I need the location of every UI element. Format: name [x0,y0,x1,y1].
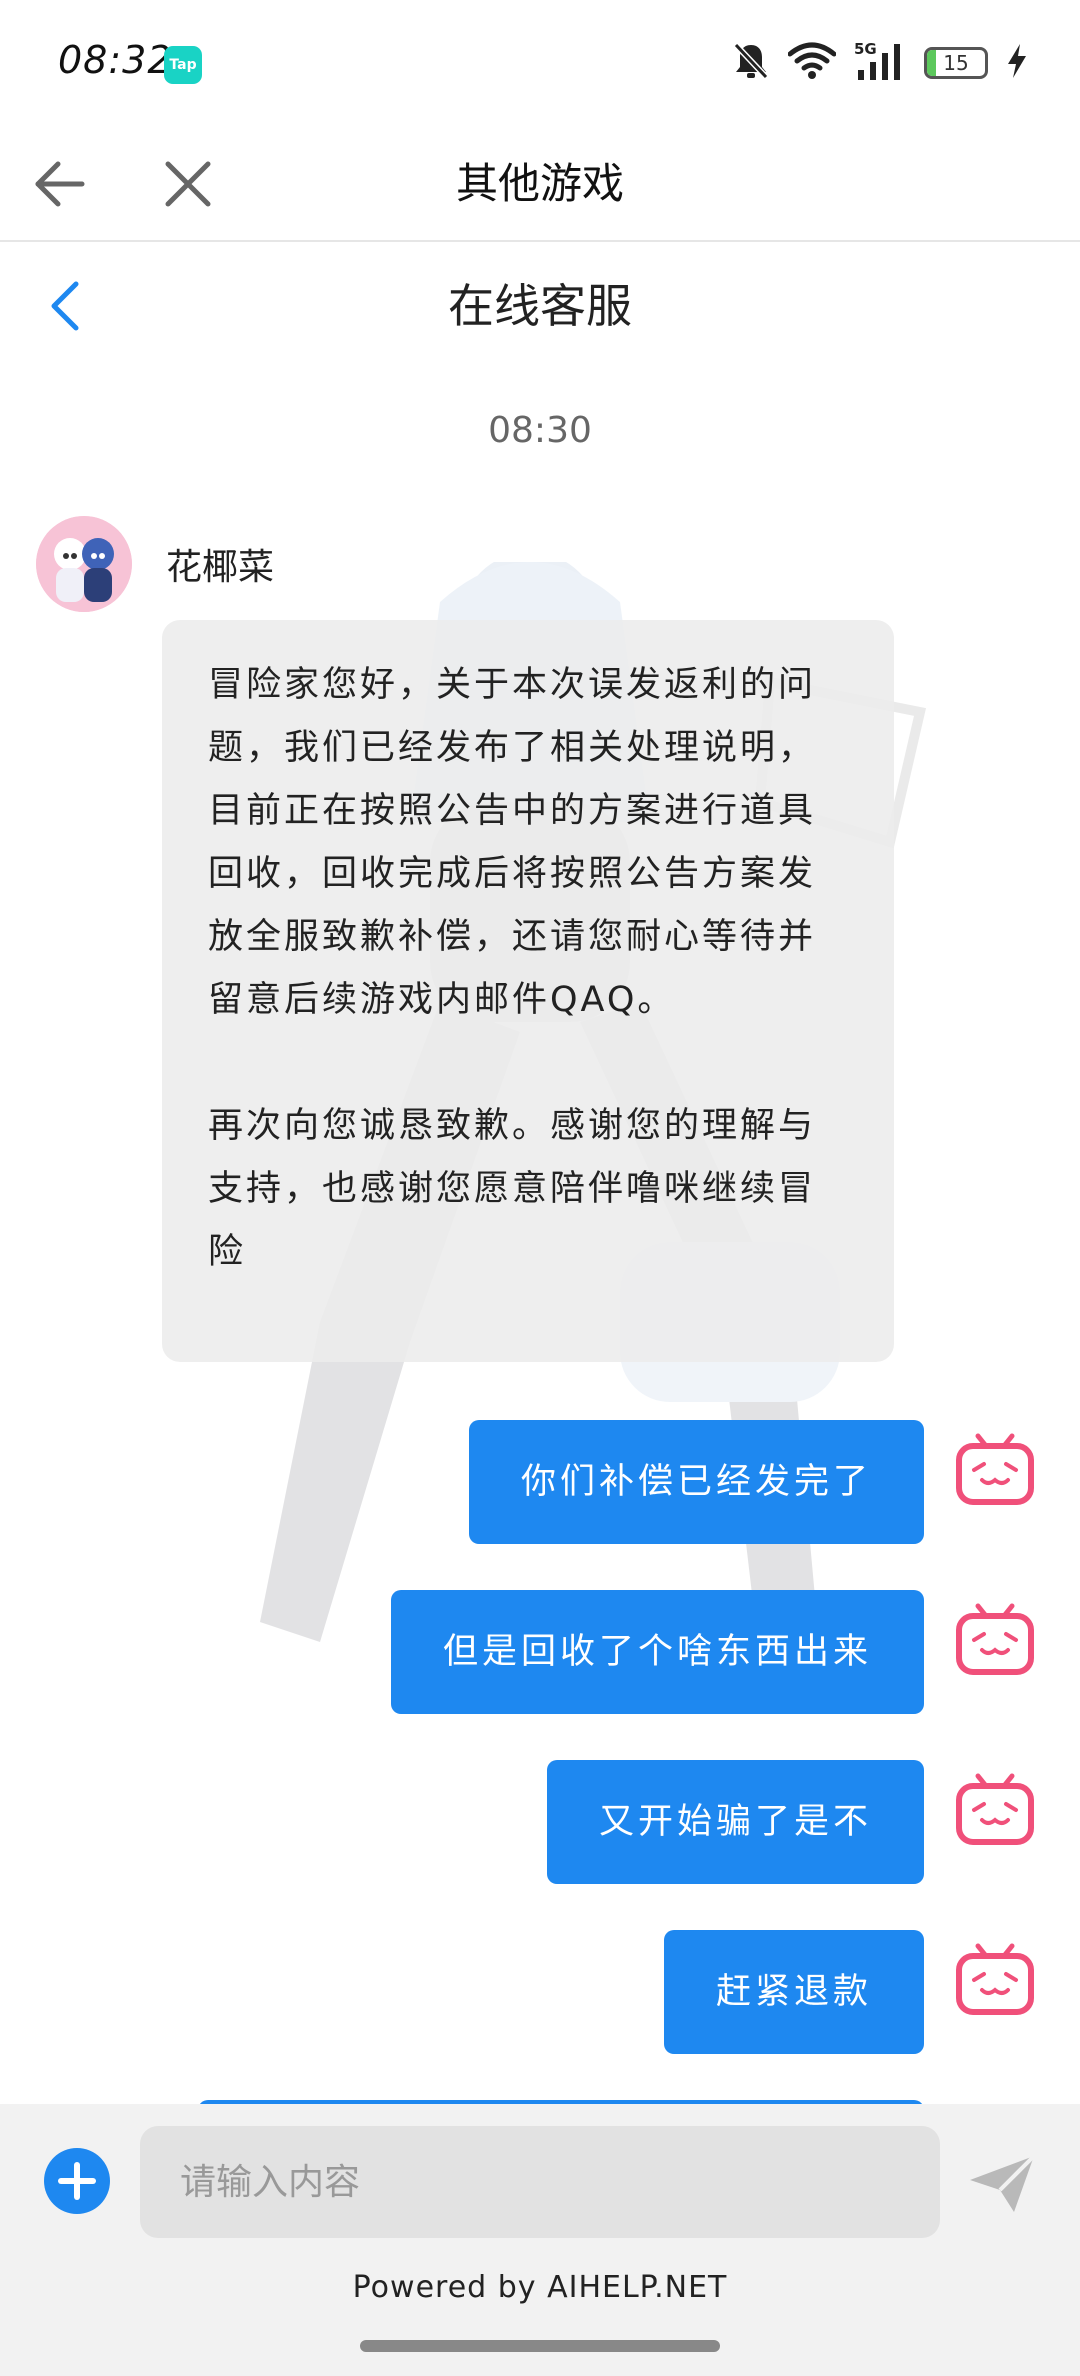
bilibili-tv-avatar-icon[interactable] [954,1772,1036,1848]
send-icon[interactable] [966,2152,1038,2216]
mute-bell-icon [732,41,770,85]
chat-header: 在线客服 [0,242,1080,372]
input-bar: Powered by AIHELP.NET [0,2104,1080,2376]
plus-icon [58,2162,96,2200]
bilibili-tv-avatar-icon[interactable] [954,1602,1036,1678]
status-bar: 08:32 Tap 5G 15 [0,0,1080,128]
bilibili-tv-avatar-icon[interactable] [954,1942,1036,2018]
message-input[interactable] [140,2126,940,2238]
user-message-row: 你们补偿已经发完了 [0,1420,1080,1544]
powered-by-label: Powered by AIHELP.NET [352,2270,728,2305]
chat-area[interactable]: 08:30 花椰菜 冒险家您好，关于本次误发返利的问题，我们已经发布了相关处理说… [0,372,1080,2104]
user-message-row: 又开始骗了是不 [0,1760,1080,1884]
5g-signal-icon: 5G [854,40,906,86]
user-message-row: 赶紧退款 [0,1930,1080,2054]
battery-level: 15 [943,51,969,75]
tap-app-icon: Tap [164,46,202,84]
status-icons: 5G 15 [732,40,1028,86]
user-message-bubble: 你们补偿已经发完了 [468,1420,924,1544]
nav-bar: 其他游戏 [0,128,1080,242]
user-message-bubble: 赶紧退款 [663,1930,924,2054]
charging-bolt-icon [1006,42,1028,84]
message-timestamp: 08:30 [488,410,592,451]
chat-title: 在线客服 [448,279,632,333]
agent-avatar[interactable] [36,516,132,612]
home-indicator[interactable] [360,2340,720,2352]
bilibili-tv-avatar-icon[interactable] [954,1432,1036,1508]
agent-message-bubble: 冒险家您好，关于本次误发返利的问题，我们已经发布了相关处理说明，目前正在按照公告… [162,620,894,1362]
battery-icon: 15 [924,47,988,79]
add-attachment-button[interactable] [44,2148,110,2214]
page-title: 其他游戏 [455,159,624,208]
user-message-row: 但是回收了个啥东西出来 [0,1590,1080,1714]
user-message-bubble: 又开始骗了是不 [546,1760,924,1884]
wifi-icon [787,42,837,84]
agent-name: 花椰菜 [166,547,275,588]
user-message-bubble: 但是回收了个啥东西出来 [390,1590,924,1714]
svg-text:5G: 5G [854,40,877,58]
status-time: 08:32 [58,38,173,82]
